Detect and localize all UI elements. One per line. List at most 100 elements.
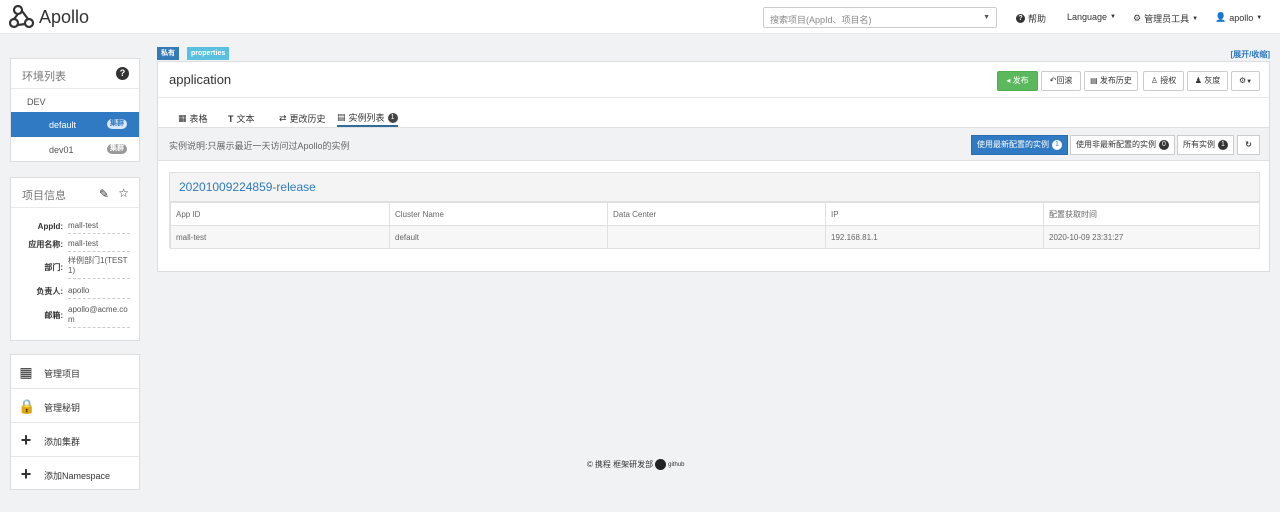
filter-count: 1: [1052, 140, 1062, 150]
column-header: Data Center: [607, 202, 826, 226]
cluster-badge: 集群: [107, 119, 127, 129]
users-icon: ♟: [1194, 76, 1202, 85]
refresh-button[interactable]: ↻: [1237, 135, 1260, 155]
tab-table[interactable]: ▦ 表格: [178, 110, 208, 127]
environment-panel: 环境列表 ? DEV default 集群 dev01 集群: [10, 58, 140, 162]
tab-label: 更改历史: [289, 114, 326, 124]
owner-label: 负责人:: [36, 287, 63, 296]
table-cell: mall-test: [170, 225, 390, 249]
list-icon: ▤: [337, 112, 346, 122]
copyright-icon: ©: [587, 460, 593, 469]
tab-instance-list[interactable]: ▤ 实例列表 1: [337, 110, 398, 127]
github-icon[interactable]: [655, 459, 667, 470]
edit-icon[interactable]: ✎: [99, 187, 109, 201]
rollback-label: 回滚: [1056, 76, 1073, 85]
authorize-button[interactable]: ♙ 授权: [1143, 71, 1184, 91]
plus-icon: +: [20, 464, 32, 484]
publish-button[interactable]: ◂ 发布: [997, 71, 1038, 91]
footer: © 携程 框架研发部 github: [587, 459, 685, 470]
environment-panel-header: 环境列表 ?: [11, 59, 139, 89]
release-history-button[interactable]: ▤ 发布历史: [1084, 71, 1138, 91]
filter-count: 0: [1159, 140, 1169, 150]
project-search-select[interactable]: 搜索项目(AppId、项目名) ▼: [763, 7, 997, 28]
table-cell: [607, 225, 826, 249]
caret-down-icon: ▼: [1110, 14, 1116, 20]
admin-tools-label: 管理员工具: [1144, 14, 1190, 24]
filter-non-latest-instances[interactable]: 使用非最新配置的实例 0: [1070, 135, 1175, 155]
admin-tools-dropdown[interactable]: ⚙ 管理员工具 ▼: [1133, 12, 1198, 25]
filter-label: 使用非最新配置的实例: [1076, 140, 1156, 149]
namespace-tabs: ▦ 表格 T 文本 ⇄ 更改历史 ▤ 实例列表 1: [158, 110, 1269, 128]
user-icon: 👤: [1215, 12, 1227, 22]
owner-value: apollo: [68, 286, 130, 299]
email-value: apollo@acme.com: [68, 305, 130, 328]
rollback-button[interactable]: ↶回滚: [1041, 71, 1081, 91]
history-icon: ▤: [1090, 76, 1098, 85]
table-row: mall-test default 192.168.81.1 2020-10-0…: [170, 225, 1260, 249]
menu-label: 添加集群: [44, 437, 81, 447]
tab-label: 实例列表: [348, 113, 385, 123]
add-namespace-item[interactable]: + 添加Namespace: [11, 457, 139, 491]
logo[interactable]: Apollo: [9, 5, 89, 29]
add-cluster-item[interactable]: + 添加集群: [11, 423, 139, 457]
refresh-icon: ↻: [1245, 140, 1252, 149]
table-cell: 192.168.81.1: [825, 225, 1044, 249]
apollo-logo-icon: [9, 5, 35, 29]
filter-label: 所有实例: [1183, 140, 1215, 149]
namespace-panel: application ◂ 发布 ↶回滚 ▤ 发布历史 ♙ 授权 ♟ 灰度 ⚙▼…: [157, 61, 1270, 272]
table-header-row: App ID Cluster Name Data Center IP 配置获取时…: [170, 202, 1260, 226]
lock-icon: 🔒: [18, 398, 36, 414]
department-label: 部门:: [44, 263, 63, 272]
department-value: 样例部门1(TEST1): [68, 256, 130, 279]
github-label[interactable]: github: [668, 462, 684, 468]
project-info-header: 项目信息 ✎ ☆: [11, 178, 139, 208]
filter-count: 1: [1218, 140, 1228, 150]
gear-icon: ⚙: [1133, 13, 1142, 23]
project-info-title: 项目信息: [22, 190, 66, 202]
gray-label: 灰度: [1204, 76, 1221, 85]
column-header: Cluster Name: [389, 202, 608, 226]
table-cell: default: [389, 225, 608, 249]
cluster-name: dev01: [49, 145, 74, 155]
tab-text[interactable]: T 文本: [228, 110, 255, 127]
authorize-label: 授权: [1160, 76, 1177, 85]
user-icon: ♙: [1150, 76, 1158, 85]
cluster-name: default: [49, 120, 77, 130]
private-tag: 私有: [157, 47, 179, 60]
footer-text: 携程 框架研发部: [594, 460, 654, 469]
send-icon: ◂: [1006, 76, 1011, 85]
user-dropdown[interactable]: 👤 apollo ▼: [1215, 12, 1262, 23]
column-header: IP: [825, 202, 1044, 226]
expand-collapse-link[interactable]: [展开/收缩]: [1230, 49, 1270, 60]
appid-label: AppId:: [37, 222, 63, 231]
table-icon: ▦: [178, 113, 187, 123]
instance-table: App ID Cluster Name Data Center IP 配置获取时…: [170, 202, 1260, 249]
plus-icon: +: [20, 430, 32, 450]
table-cell: 2020-10-09 23:31:27: [1043, 225, 1260, 249]
tab-change-history[interactable]: ⇄ 更改历史: [279, 110, 326, 127]
instance-description: 实例说明:只展示最近一天访问过Apollo的实例: [169, 141, 350, 151]
env-dev-label: DEV: [27, 97, 46, 107]
help-link[interactable]: ? 帮助: [1016, 12, 1046, 25]
history-label: 发布历史: [1099, 76, 1132, 85]
filter-all-instances[interactable]: 所有实例 1: [1177, 135, 1234, 155]
manage-secret-item[interactable]: 🔒 管理秘钥: [11, 389, 139, 423]
gray-release-button[interactable]: ♟ 灰度: [1187, 71, 1228, 91]
email-label: 邮箱:: [44, 311, 63, 320]
menu-label: 添加Namespace: [44, 471, 111, 481]
release-name-link[interactable]: 20201009224859-release: [179, 180, 316, 194]
cluster-item-default[interactable]: default 集群: [11, 112, 139, 137]
question-icon[interactable]: ?: [116, 67, 129, 80]
filter-label: 使用最新配置的实例: [977, 140, 1049, 149]
manage-project-item[interactable]: ▦ 管理项目: [11, 355, 139, 389]
tab-label: 文本: [236, 114, 255, 124]
language-label: Language: [1067, 12, 1108, 22]
cluster-item-dev01[interactable]: dev01 集群: [11, 137, 139, 162]
filter-latest-instances[interactable]: 使用最新配置的实例 1: [971, 135, 1068, 155]
language-dropdown[interactable]: Language ▼: [1067, 12, 1116, 22]
settings-dropdown-button[interactable]: ⚙▼: [1231, 71, 1260, 91]
project-info-panel: 项目信息 ✎ ☆ AppId: mall-test 应用名称: mall-tes…: [10, 177, 140, 341]
format-tag: properties: [187, 47, 230, 60]
grid-icon: ▦: [19, 364, 33, 380]
star-icon[interactable]: ☆: [118, 186, 129, 200]
